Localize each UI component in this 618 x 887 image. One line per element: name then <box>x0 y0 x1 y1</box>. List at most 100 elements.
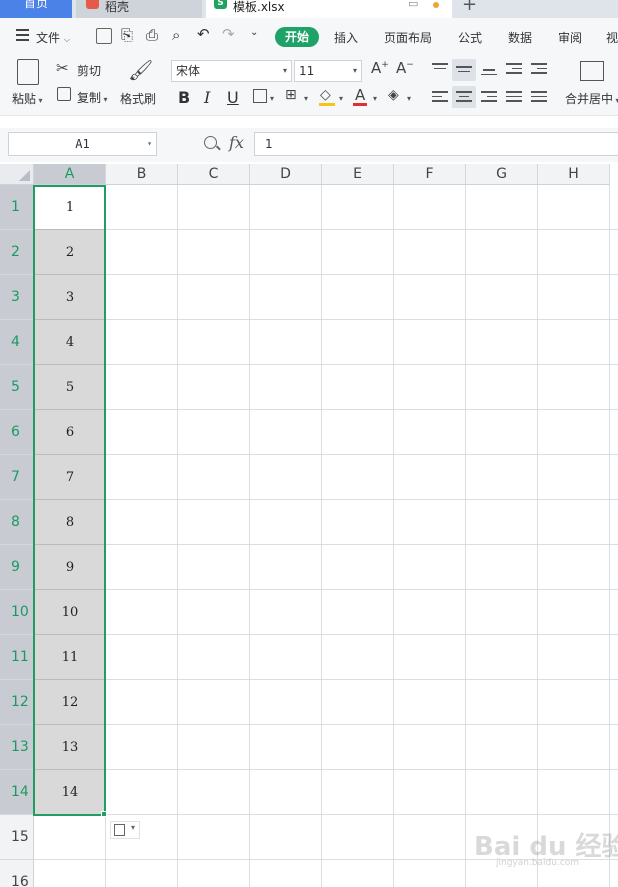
tab-home[interactable]: 首页 <box>0 0 72 18</box>
cell-a10[interactable]: 10 <box>35 590 105 635</box>
row-header-5[interactable]: 5 <box>0 365 34 410</box>
formula-input[interactable]: 1 <box>254 132 618 156</box>
row-header-2[interactable]: 2 <box>0 230 34 275</box>
row-header-16[interactable]: 16 <box>0 860 34 887</box>
column-header-a[interactable]: A <box>34 164 106 185</box>
quick-access-dropdown-icon[interactable]: ⌄ <box>250 27 258 38</box>
font-name-select[interactable]: 宋体 ▾ <box>171 60 292 82</box>
ribbon-tab-data[interactable]: 数据 <box>508 29 532 46</box>
menu-file[interactable]: 文件 ⌵ <box>36 29 70 46</box>
increase-font-icon[interactable]: A+ <box>371 59 389 77</box>
row-header-13[interactable]: 13 <box>0 725 34 770</box>
row-header-10[interactable]: 10 <box>0 590 34 635</box>
row-header-8[interactable]: 8 <box>0 500 34 545</box>
column-header-c[interactable]: C <box>178 164 250 185</box>
chevron-down-icon[interactable]: ▾ <box>270 94 274 103</box>
column-header-b[interactable]: B <box>106 164 178 185</box>
merge-center-icon[interactable] <box>580 61 604 81</box>
cell-a11[interactable]: 11 <box>35 635 105 680</box>
format-painter-button[interactable]: 格式刷 <box>120 90 156 107</box>
new-tab-plus-icon[interactable]: + <box>462 0 477 14</box>
redo-icon[interactable]: ↷ <box>222 25 235 43</box>
cell-a3[interactable]: 3 <box>35 275 105 320</box>
font-size-select[interactable]: 11 ▾ <box>294 60 362 82</box>
ribbon-tab-start[interactable]: 开始 <box>275 27 319 47</box>
column-header-h[interactable]: H <box>538 164 610 185</box>
row-header-1[interactable]: 1 <box>0 185 34 230</box>
chevron-down-icon[interactable]: ▾ <box>407 94 411 103</box>
row-header-9[interactable]: 9 <box>0 545 34 590</box>
ribbon-tab-view[interactable]: 视 <box>606 29 618 46</box>
cell-style-icon[interactable]: ⊞ <box>285 87 297 103</box>
row-header-4[interactable]: 4 <box>0 320 34 365</box>
select-all-corner[interactable] <box>0 164 34 185</box>
decrease-indent-icon[interactable] <box>506 63 522 77</box>
merge-center-button[interactable]: 合并居中 ▾ <box>565 90 618 107</box>
row-header-12[interactable]: 12 <box>0 680 34 725</box>
monitor-icon[interactable]: ▭ <box>408 0 418 10</box>
align-top-icon[interactable] <box>432 63 448 77</box>
fx-icon[interactable]: fx <box>229 133 244 152</box>
cell-a9[interactable]: 9 <box>35 545 105 590</box>
cell-a4[interactable]: 4 <box>35 320 105 365</box>
fill-color-icon[interactable]: ◇ <box>320 87 331 103</box>
cell-a2[interactable]: 2 <box>35 230 105 275</box>
format-copy-icon[interactable]: ⎘ <box>121 26 133 44</box>
cell-a1[interactable]: 1 <box>35 185 105 230</box>
cell-a12[interactable]: 12 <box>35 680 105 725</box>
cell-a14[interactable]: 14 <box>35 770 105 815</box>
column-header-g[interactable]: G <box>466 164 538 185</box>
decrease-font-icon[interactable]: A− <box>396 59 414 77</box>
paste-options-button[interactable]: ▾ <box>110 821 140 839</box>
cell-a13[interactable]: 13 <box>35 725 105 770</box>
fill-handle[interactable] <box>101 811 107 817</box>
print-icon[interactable]: ⎙ <box>146 26 158 44</box>
increase-indent-icon[interactable] <box>531 63 547 77</box>
ribbon-tab-page-layout[interactable]: 页面布局 <box>384 29 432 46</box>
cell-a8[interactable]: 8 <box>35 500 105 545</box>
chevron-down-icon[interactable]: ▾ <box>304 94 308 103</box>
column-header-e[interactable]: E <box>322 164 394 185</box>
paste-icon[interactable] <box>17 59 39 85</box>
row-header-3[interactable]: 3 <box>0 275 34 320</box>
align-left-icon[interactable] <box>432 91 448 105</box>
row-header-14[interactable]: 14 <box>0 770 34 815</box>
spreadsheet-grid[interactable]: ABCDEFGH 1 2 3 4 5 6 7 8 9 10 11 12 13 14 15 16 1234567… <box>0 164 618 887</box>
align-center-icon[interactable] <box>456 91 472 105</box>
tab-daoke[interactable]: 稻壳 <box>76 0 202 18</box>
align-middle-icon[interactable] <box>456 66 472 80</box>
eraser-icon[interactable]: ◈ <box>388 87 399 103</box>
cut-button[interactable]: 剪切 <box>77 62 101 79</box>
justify-icon[interactable] <box>506 91 522 105</box>
align-right-icon[interactable] <box>481 91 497 105</box>
ribbon-tab-insert[interactable]: 插入 <box>334 29 358 46</box>
row-header-11[interactable]: 11 <box>0 635 34 680</box>
row-header-7[interactable]: 7 <box>0 455 34 500</box>
ribbon-tab-formulas[interactable]: 公式 <box>458 29 482 46</box>
cell-a5[interactable]: 5 <box>35 365 105 410</box>
distributed-icon[interactable] <box>531 91 547 105</box>
font-color-icon[interactable]: A <box>355 86 365 104</box>
align-bottom-icon[interactable] <box>481 69 497 83</box>
name-box[interactable]: A1 ▾ <box>8 132 157 156</box>
print-preview-icon[interactable]: ⌕ <box>172 26 180 44</box>
column-header-d[interactable]: D <box>250 164 322 185</box>
row-header-6[interactable]: 6 <box>0 410 34 455</box>
ribbon-tab-review[interactable]: 审阅 <box>558 29 582 46</box>
zoom-icon[interactable] <box>204 136 217 149</box>
save-icon[interactable] <box>96 28 112 44</box>
border-icon[interactable] <box>253 89 267 103</box>
chevron-down-icon[interactable]: ▾ <box>339 94 343 103</box>
row-header-15[interactable]: 15 <box>0 815 34 860</box>
undo-icon[interactable]: ↶ <box>197 25 210 43</box>
cell-a7[interactable]: 7 <box>35 455 105 500</box>
bold-button[interactable]: B <box>178 88 190 107</box>
italic-button[interactable]: I <box>204 88 210 107</box>
copy-button[interactable]: 复制 ▾ <box>77 89 108 106</box>
chevron-down-icon[interactable]: ▾ <box>373 94 377 103</box>
column-header-f[interactable]: F <box>394 164 466 185</box>
cell-a6[interactable]: 6 <box>35 410 105 455</box>
underline-button[interactable]: U <box>227 88 239 107</box>
hamburger-icon[interactable] <box>16 29 29 41</box>
paste-button[interactable]: 粘贴 ▾ <box>12 90 43 107</box>
